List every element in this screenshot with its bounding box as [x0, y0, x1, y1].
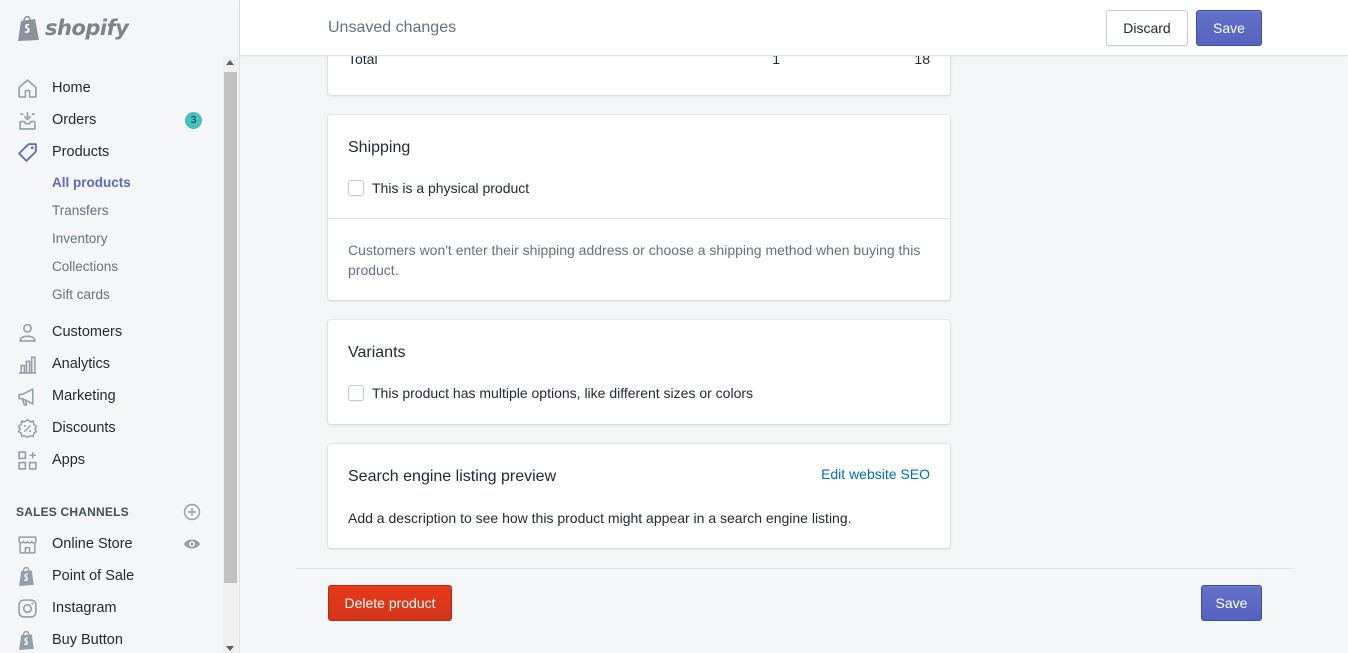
- physical-product-label[interactable]: This is a physical product: [372, 180, 529, 196]
- sidebar-item-analytics[interactable]: Analytics: [0, 348, 222, 380]
- physical-product-checkbox[interactable]: [348, 180, 364, 196]
- scroll-up-arrow-icon[interactable]: [226, 60, 234, 65]
- subnav-item-transfers[interactable]: Transfers: [0, 196, 222, 224]
- shopify-logo[interactable]: shopify: [0, 0, 239, 56]
- discount-icon: [16, 417, 38, 439]
- sidebar-item-marketing[interactable]: Marketing: [0, 380, 222, 412]
- store-icon: [16, 533, 38, 555]
- eye-icon[interactable]: [183, 535, 201, 553]
- sidebar-item-buy-button[interactable]: Buy Button: [0, 624, 222, 653]
- sidebar-item-home[interactable]: Home: [0, 72, 222, 104]
- sidebar-item-label: Instagram: [52, 600, 117, 616]
- scrollbar-thumb[interactable]: [224, 72, 237, 583]
- sidebar-item-label: Products: [52, 144, 110, 160]
- shopify-bag-icon: [18, 15, 39, 41]
- add-channel-icon[interactable]: [183, 503, 201, 521]
- sidebar-item-label: Orders: [52, 112, 97, 128]
- sidebar-item-online-store[interactable]: Online Store: [0, 528, 222, 560]
- sidebar-item-label: Online Store: [52, 536, 133, 552]
- scroll-down-arrow-icon[interactable]: [226, 646, 234, 651]
- contextual-save-bar: Unsaved changes Discard Save: [240, 0, 1348, 56]
- shipping-card: Shipping This is a physical product Cust…: [328, 115, 950, 300]
- total-value: 18: [914, 56, 930, 67]
- delete-product-button[interactable]: Delete product: [328, 585, 452, 621]
- shipping-help-text: Customers won't enter their shipping add…: [348, 242, 921, 278]
- footer-divider: [296, 568, 1294, 569]
- multiple-options-checkbox-row[interactable]: This product has multiple options, like …: [348, 385, 753, 401]
- unsaved-changes-title: Unsaved changes: [328, 19, 457, 36]
- customers-icon: [16, 321, 38, 343]
- subnav-item-collections[interactable]: Collections: [0, 252, 222, 280]
- subnav-item-inventory[interactable]: Inventory: [0, 224, 222, 252]
- orders-count-badge: 3: [185, 112, 202, 129]
- seo-description: Add a description to see how this produc…: [348, 510, 852, 526]
- sidebar-item-customers[interactable]: Customers: [0, 316, 222, 348]
- save-button[interactable]: Save: [1196, 10, 1262, 46]
- sidebar-item-orders[interactable]: Orders 3: [0, 104, 222, 136]
- sidebar: shopify Home Orders 3 Products All produ…: [0, 0, 240, 653]
- divider: [328, 218, 950, 219]
- multiple-options-label[interactable]: This product has multiple options, like …: [372, 385, 753, 401]
- main-content: Total 1 18 Shipping This is a physical p…: [240, 56, 1348, 653]
- sidebar-item-label: Point of Sale: [52, 568, 135, 584]
- instagram-icon: [16, 597, 38, 619]
- megaphone-icon: [16, 385, 38, 407]
- sidebar-scrollbar[interactable]: [222, 56, 239, 653]
- sidebar-item-label: Buy Button: [52, 632, 123, 648]
- seo-title: Search engine listing preview: [348, 468, 557, 485]
- inventory-card: Total 1 18: [328, 56, 950, 95]
- sidebar-item-label: Apps: [52, 452, 86, 468]
- home-icon: [16, 77, 38, 99]
- multiple-options-checkbox[interactable]: [348, 385, 364, 401]
- sidebar-item-label: Customers: [52, 324, 123, 340]
- sales-channels-label: SALES CHANNELS: [16, 505, 129, 519]
- apps-icon: [16, 449, 38, 471]
- total-label: Total: [348, 56, 378, 67]
- variants-card: Variants This product has multiple optio…: [328, 320, 950, 424]
- sidebar-item-point-of-sale[interactable]: Point of Sale: [0, 560, 222, 592]
- tag-icon: [16, 141, 38, 163]
- shopify-bag-icon: [16, 565, 38, 587]
- brand-name: shopify: [45, 16, 129, 40]
- sidebar-item-label: Home: [52, 80, 91, 96]
- main-nav: Home Orders 3 Products All products Tran…: [0, 56, 222, 653]
- total-quantity: 1: [772, 56, 780, 67]
- sidebar-item-label: Analytics: [52, 356, 111, 372]
- shipping-title: Shipping: [348, 139, 411, 156]
- sidebar-item-instagram[interactable]: Instagram: [0, 592, 222, 624]
- sidebar-item-label: Discounts: [52, 420, 116, 436]
- sidebar-item-label: Marketing: [52, 388, 116, 404]
- sidebar-item-discounts[interactable]: Discounts: [0, 412, 222, 444]
- sidebar-item-apps[interactable]: Apps: [0, 444, 222, 476]
- shopify-bag-icon: [16, 629, 38, 651]
- orders-icon: [16, 109, 38, 131]
- sidebar-item-products[interactable]: Products: [0, 136, 222, 168]
- seo-card: Search engine listing preview Edit websi…: [328, 444, 950, 548]
- discard-button[interactable]: Discard: [1106, 10, 1188, 46]
- edit-website-seo-link[interactable]: Edit website SEO: [821, 466, 930, 482]
- save-button-bottom[interactable]: Save: [1201, 585, 1262, 621]
- analytics-icon: [16, 353, 38, 375]
- subnav-item-gift-cards[interactable]: Gift cards: [0, 280, 222, 308]
- variants-title: Variants: [348, 344, 406, 361]
- subnav-item-all-products[interactable]: All products: [0, 168, 222, 196]
- physical-product-checkbox-row[interactable]: This is a physical product: [348, 180, 529, 196]
- sales-channels-heading: SALES CHANNELS: [0, 496, 222, 528]
